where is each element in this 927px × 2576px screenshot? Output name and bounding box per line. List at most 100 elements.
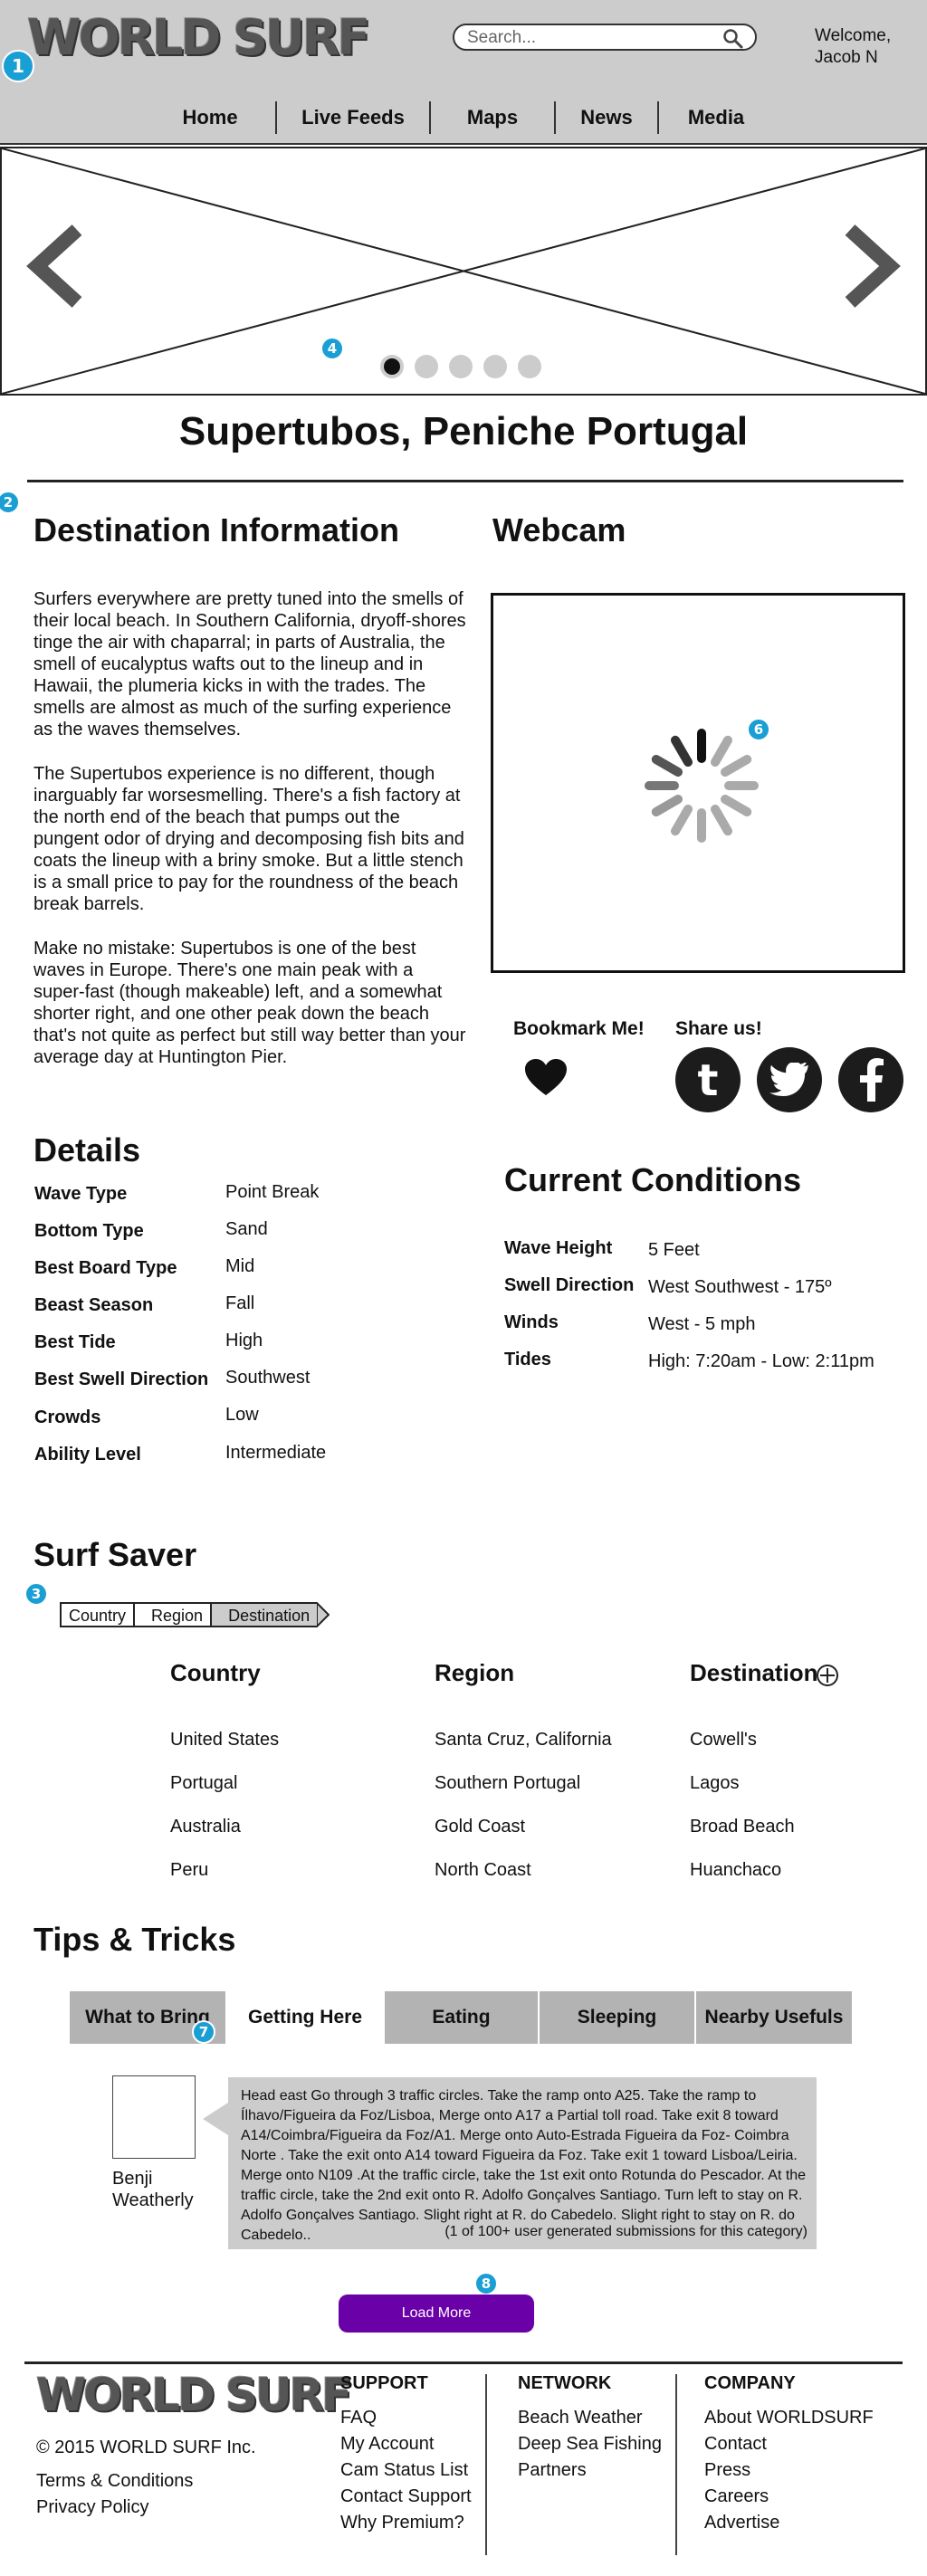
nav-news[interactable]: News	[556, 101, 659, 134]
details-heading: Details	[33, 1131, 141, 1169]
breadcrumb-country[interactable]: Country	[60, 1602, 134, 1627]
footer-link-about[interactable]: About WORLDSURF	[704, 2405, 874, 2431]
destination-item[interactable]: Broad Beach	[690, 1817, 795, 1837]
carousel-next-icon[interactable]	[839, 221, 903, 311]
company-links: About WORLDSURF Contact Press Careers Ad…	[704, 2405, 874, 2536]
carousel-dot[interactable]	[483, 355, 507, 378]
site-header: WORLD SURF Welcome, Jacob N Home Live Fe…	[0, 0, 927, 145]
carousel-dot[interactable]	[449, 355, 473, 378]
detail-key: Beast Season	[34, 1295, 154, 1315]
detail-key: Best Board Type	[34, 1258, 177, 1278]
nav-maps[interactable]: Maps	[431, 101, 556, 134]
terms-link[interactable]: Terms & Conditions	[36, 2468, 193, 2495]
annotation-marker-1: 1	[2, 50, 34, 82]
region-item[interactable]: North Coast	[435, 1860, 531, 1881]
carousel-dot[interactable]	[518, 355, 541, 378]
condition-value: West - 5 mph	[648, 1314, 756, 1334]
detail-value: Intermediate	[225, 1443, 327, 1463]
detail-value: Sand	[225, 1219, 268, 1239]
load-more-button[interactable]: Load More	[339, 2295, 534, 2333]
condition-value: 5 Feet	[648, 1240, 700, 1260]
footer-link-press[interactable]: Press	[704, 2457, 874, 2484]
twitter-icon[interactable]	[757, 1047, 822, 1112]
annotation-marker-7: 7	[192, 2020, 215, 2044]
site-logo[interactable]: WORLD SURF	[27, 9, 370, 66]
footer-link-contact[interactable]: Contact	[704, 2431, 874, 2457]
main-nav: Home Live Feeds Maps News Media	[145, 101, 773, 138]
footer-logo[interactable]: WORLD SURF	[36, 2369, 352, 2421]
country-item[interactable]: Australia	[170, 1817, 241, 1837]
support-heading: SUPPORT	[340, 2373, 428, 2393]
footer-divider	[24, 2361, 903, 2364]
footer-link-my-account[interactable]: My Account	[340, 2431, 472, 2457]
webcam-heading: Webcam	[492, 511, 626, 549]
welcome-text[interactable]: Welcome, Jacob N	[815, 25, 914, 69]
region-item[interactable]: Santa Cruz, California	[435, 1730, 612, 1751]
country-column-heading: Country	[170, 1659, 261, 1686]
country-item[interactable]: United States	[170, 1730, 279, 1751]
divider	[27, 480, 903, 482]
carousel-dot[interactable]	[415, 355, 438, 378]
country-item[interactable]: Portugal	[170, 1773, 238, 1794]
facebook-icon[interactable]	[838, 1047, 903, 1112]
nav-media[interactable]: Media	[659, 101, 773, 134]
tip-bubble: Head east Go through 3 traffic circles. …	[203, 2077, 817, 2249]
footer-link-careers[interactable]: Careers	[704, 2484, 874, 2510]
footer-link-faq[interactable]: FAQ	[340, 2405, 472, 2431]
breadcrumb-destination[interactable]: Destination	[210, 1602, 318, 1627]
detail-value: Southwest	[225, 1368, 311, 1388]
footer-column-divider	[485, 2374, 487, 2555]
footer-link-cam-status[interactable]: Cam Status List	[340, 2457, 472, 2484]
add-circle-icon[interactable]	[816, 1664, 839, 1687]
detail-value: Fall	[225, 1293, 255, 1313]
destination-paragraph: Surfers everywhere are pretty tuned into…	[33, 589, 466, 739]
destination-item[interactable]: Huanchaco	[690, 1860, 781, 1881]
country-item[interactable]: Peru	[170, 1860, 208, 1881]
privacy-link[interactable]: Privacy Policy	[36, 2495, 148, 2521]
footer-link-partners[interactable]: Partners	[518, 2457, 662, 2484]
detail-key: Best Swell Direction	[34, 1369, 209, 1389]
search-box[interactable]	[453, 24, 757, 51]
nav-home[interactable]: Home	[145, 101, 277, 134]
annotation-marker-4: 4	[320, 337, 344, 360]
annotation-marker-3: 3	[24, 1582, 48, 1606]
search-icon[interactable]	[722, 28, 744, 50]
destination-item[interactable]: Cowell's	[690, 1730, 757, 1751]
carousel-prev-icon[interactable]	[24, 221, 88, 311]
annotation-marker-6: 6	[747, 718, 770, 741]
carousel-dot[interactable]	[380, 355, 404, 378]
footer-link-deep-sea-fishing[interactable]: Deep Sea Fishing	[518, 2431, 662, 2457]
destination-heading: Destination Information	[33, 511, 399, 549]
copyright: © 2015 WORLD SURF Inc.	[36, 2438, 256, 2457]
region-item[interactable]: Gold Coast	[435, 1817, 525, 1837]
breadcrumb: Country Region Destination	[60, 1602, 330, 1627]
condition-key: Tides	[504, 1350, 551, 1369]
footer-link-advertise[interactable]: Advertise	[704, 2510, 874, 2536]
breadcrumb-region[interactable]: Region	[133, 1602, 211, 1627]
heart-icon[interactable]	[525, 1059, 567, 1097]
nav-live-feeds[interactable]: Live Feeds	[277, 101, 431, 134]
tab-sleeping[interactable]: Sleeping	[540, 1991, 696, 2044]
annotation-marker-8: 8	[474, 2272, 498, 2295]
region-item[interactable]: Southern Portugal	[435, 1773, 580, 1794]
annotation-marker-2: 2	[0, 491, 20, 514]
destination-column-heading: Destination	[690, 1659, 818, 1686]
condition-value: West Southwest - 175º	[648, 1277, 832, 1297]
destination-item[interactable]: Lagos	[690, 1773, 740, 1794]
tab-getting-here[interactable]: Getting Here	[227, 1991, 385, 2044]
tab-nearby-usefuls[interactable]: Nearby Usefuls	[696, 1991, 852, 2044]
search-input[interactable]	[467, 28, 721, 48]
hero-carousel[interactable]	[0, 147, 927, 396]
footer-link-beach-weather[interactable]: Beach Weather	[518, 2405, 662, 2431]
webcam-player[interactable]	[491, 593, 905, 973]
footer-link-why-premium[interactable]: Why Premium?	[340, 2510, 472, 2536]
condition-key: Swell Direction	[504, 1275, 635, 1295]
tip-text: Head east Go through 3 traffic circles. …	[241, 2088, 807, 2243]
footer-link-contact-support[interactable]: Contact Support	[340, 2484, 472, 2510]
tab-eating[interactable]: Eating	[385, 1991, 540, 2044]
region-column-heading: Region	[435, 1659, 515, 1686]
tumblr-icon[interactable]: t	[675, 1047, 741, 1112]
support-links: FAQ My Account Cam Status List Contact S…	[340, 2405, 472, 2536]
destination-paragraph: The Supertubos experience is no differen…	[33, 764, 464, 914]
detail-key: Crowds	[34, 1407, 101, 1427]
